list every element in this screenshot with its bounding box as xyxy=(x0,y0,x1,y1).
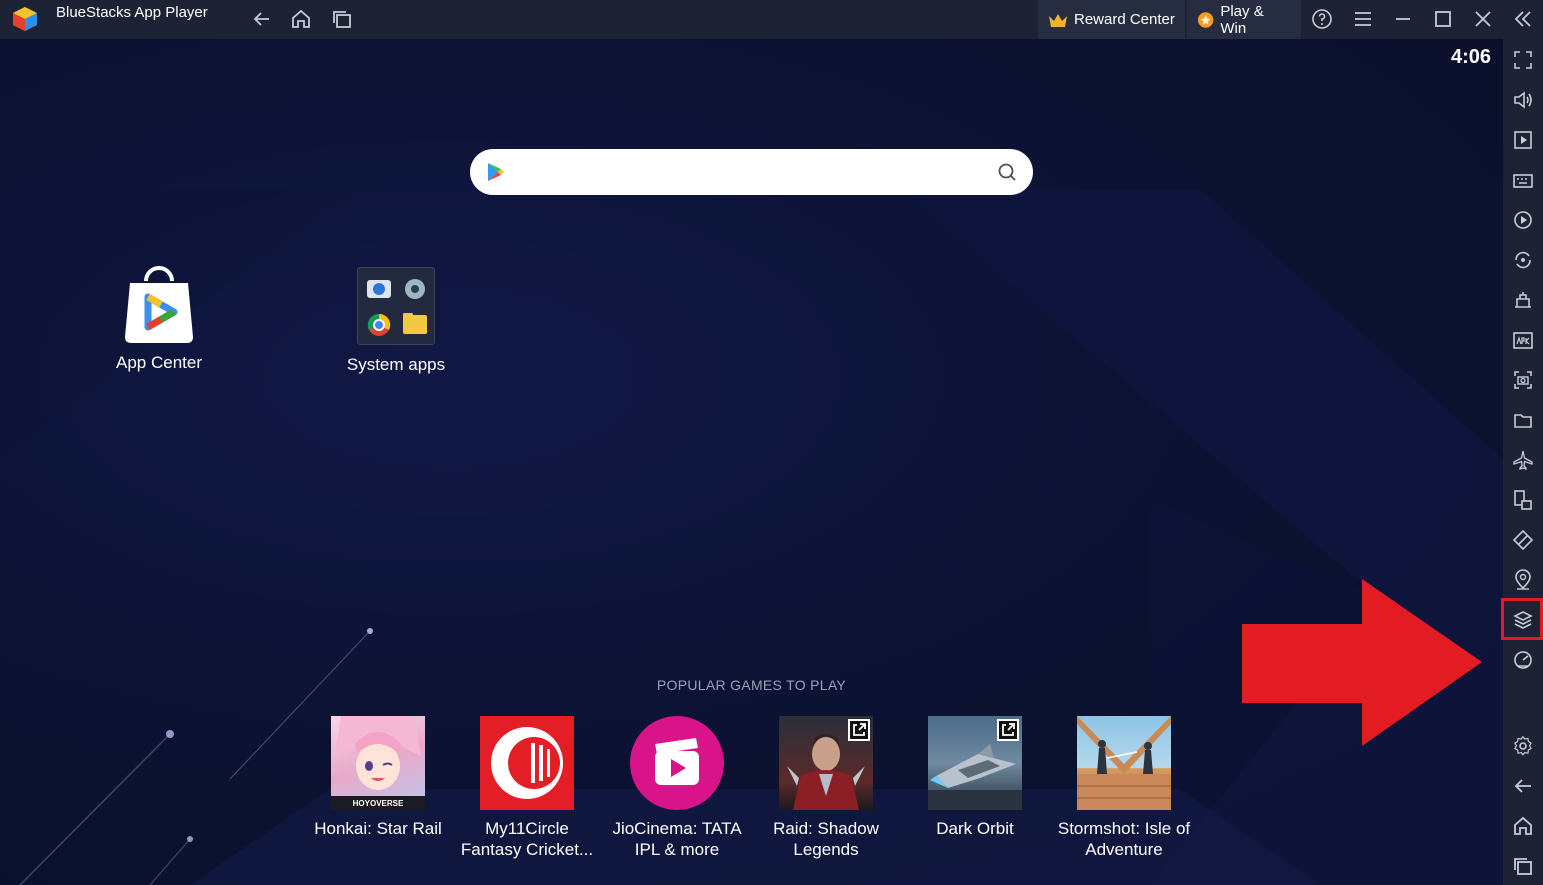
build-icon[interactable] xyxy=(1512,289,1534,311)
system-apps-folder-icon xyxy=(357,267,435,345)
system-apps-label: System apps xyxy=(346,355,446,374)
macro-icon[interactable] xyxy=(1512,209,1534,231)
dark-orbit-thumbnail xyxy=(928,716,1022,810)
app-center-icon xyxy=(120,265,198,343)
app-title: BlueStacks App Player xyxy=(56,4,208,21)
external-link-icon xyxy=(848,719,870,741)
title-bar: BlueStacks App Player Reward Center Play… xyxy=(0,0,1543,39)
multi-instance-icon[interactable] xyxy=(1512,489,1534,511)
close-icon[interactable] xyxy=(1472,8,1494,30)
rotate-icon[interactable] xyxy=(1512,249,1534,271)
airplane-icon[interactable] xyxy=(1512,449,1534,471)
recents-icon[interactable] xyxy=(1512,855,1534,877)
google-play-icon xyxy=(488,163,504,181)
help-icon[interactable] xyxy=(1311,8,1333,30)
eco-mode-icon[interactable] xyxy=(1512,529,1534,551)
volume-icon[interactable] xyxy=(1512,89,1534,111)
game-raid-shadow-legends[interactable]: Raid: Shadow Legends xyxy=(756,716,896,860)
reward-center-button[interactable]: Reward Center xyxy=(1038,0,1185,39)
jiocinema-thumbnail xyxy=(630,716,724,810)
game-title: Honkai: Star Rail xyxy=(314,819,442,838)
right-sidebar xyxy=(1503,39,1543,885)
android-home-screen: 4:06 App Center System apps POPULAR GAME… xyxy=(0,39,1503,885)
maximize-icon[interactable] xyxy=(1432,8,1454,30)
menu-icon[interactable] xyxy=(1352,8,1374,30)
coin-icon xyxy=(1197,11,1214,28)
settings-icon[interactable] xyxy=(1512,735,1534,757)
location-icon[interactable] xyxy=(1512,569,1534,591)
red-pointer-arrow xyxy=(1242,579,1482,746)
recent-apps-icon[interactable] xyxy=(331,8,353,30)
bluestacks-logo-icon xyxy=(10,5,40,33)
game-stormshot[interactable]: Stormshot: Isle of Adventure xyxy=(1054,716,1194,860)
game-title: My11Circle Fantasy Cricket... xyxy=(460,819,594,859)
status-clock: 4:06 xyxy=(1450,46,1491,68)
app-center-shortcut[interactable]: App Center xyxy=(89,265,229,373)
game-jiocinema[interactable]: JioCinema: TATA IPL & more xyxy=(607,716,747,860)
play-win-label: Play & Win xyxy=(1220,2,1264,37)
system-apps-folder[interactable]: System apps xyxy=(326,267,466,375)
reward-center-label: Reward Center xyxy=(1074,11,1175,28)
game-honkai-star-rail[interactable]: HOYOVERSE Honkai: Star Rail xyxy=(308,716,448,839)
game-dark-orbit[interactable]: Dark Orbit xyxy=(905,716,1045,839)
external-link-icon xyxy=(997,719,1019,741)
play-win-button[interactable]: Play & Win xyxy=(1187,0,1301,39)
game-title: Dark Orbit xyxy=(936,819,1014,838)
search-icon[interactable] xyxy=(997,162,1017,182)
game-title: JioCinema: TATA IPL & more xyxy=(612,819,742,859)
collapse-sidebar-icon[interactable] xyxy=(1512,8,1534,30)
keyboard-icon[interactable] xyxy=(1512,169,1534,191)
back-icon[interactable] xyxy=(1512,775,1534,797)
screenshot-icon[interactable] xyxy=(1512,369,1534,391)
my11circle-thumbnail xyxy=(480,716,574,810)
back-arrow-icon[interactable] xyxy=(251,8,273,30)
crown-icon xyxy=(1049,13,1067,27)
highlight-box xyxy=(1501,598,1543,640)
performance-icon[interactable] xyxy=(1512,649,1534,671)
game-my11circle[interactable]: My11Circle Fantasy Cricket... xyxy=(457,716,597,860)
hoyoverse-logo-text: HOYOVERSE xyxy=(353,799,404,808)
fullscreen-icon[interactable] xyxy=(1512,49,1534,71)
honkai-thumbnail: HOYOVERSE xyxy=(331,716,425,810)
game-title: Raid: Shadow Legends xyxy=(773,819,879,859)
home-icon[interactable] xyxy=(290,8,312,30)
stormshot-thumbnail xyxy=(1077,716,1171,810)
apk-icon[interactable] xyxy=(1512,329,1534,351)
media-manager-icon[interactable] xyxy=(1512,129,1534,151)
raid-thumbnail xyxy=(779,716,873,810)
play-store-search-bar[interactable] xyxy=(470,149,1033,195)
game-title: Stormshot: Isle of Adventure xyxy=(1057,819,1191,859)
home-icon[interactable] xyxy=(1512,815,1534,837)
app-center-label: App Center xyxy=(116,353,202,372)
minimize-icon[interactable] xyxy=(1392,8,1414,30)
folder-icon[interactable] xyxy=(1512,409,1534,431)
